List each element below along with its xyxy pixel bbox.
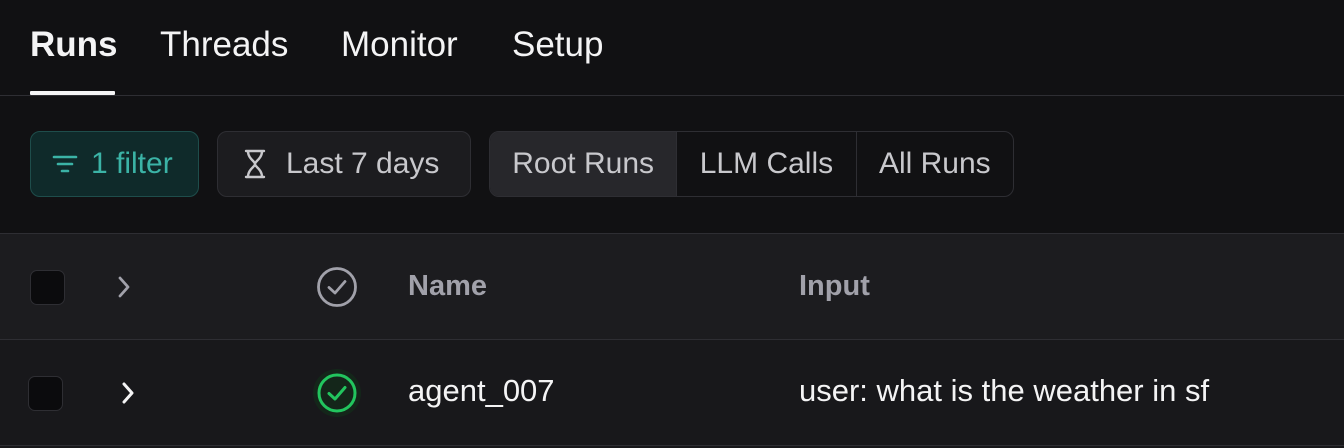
run-input: user: what is the weather in sf <box>799 373 1210 408</box>
tab-threads[interactable]: Threads <box>160 22 288 68</box>
row-expand-chevron-icon[interactable] <box>116 378 140 408</box>
check-circle-icon <box>315 265 359 309</box>
filter-button[interactable]: 1 filter <box>30 131 199 197</box>
hourglass-icon <box>240 149 270 179</box>
filter-lines-icon <box>51 150 79 178</box>
expand-all-chevron-icon[interactable] <box>112 272 136 302</box>
date-range-label: Last 7 days <box>286 147 440 180</box>
column-header-input[interactable]: Input <box>799 270 870 303</box>
runs-toolbar: 1 filter Last 7 days Root Runs LLM Calls… <box>0 96 1344 234</box>
table-header: Name Input <box>0 234 1344 340</box>
success-check-icon <box>315 371 359 415</box>
run-name[interactable]: agent_007 <box>408 373 555 409</box>
run-type-segmented-control: Root Runs LLM Calls All Runs <box>489 131 1014 197</box>
segment-all-runs[interactable]: All Runs <box>855 132 1013 196</box>
tab-setup[interactable]: Setup <box>512 22 603 68</box>
row-checkbox[interactable] <box>28 376 63 411</box>
segment-llm-calls[interactable]: LLM Calls <box>676 132 855 196</box>
tab-bar: Runs Threads Monitor Setup <box>0 0 1344 96</box>
column-header-name[interactable]: Name <box>408 270 487 303</box>
tab-runs[interactable]: Runs <box>30 22 118 68</box>
filter-count-label: 1 filter <box>91 147 173 180</box>
segment-root-runs[interactable]: Root Runs <box>490 132 677 196</box>
tab-monitor[interactable]: Monitor <box>341 22 458 68</box>
table-row[interactable]: agent_007 user: what is the weather in s… <box>0 340 1344 446</box>
date-range-button[interactable]: Last 7 days <box>217 131 471 197</box>
active-tab-indicator <box>30 91 115 95</box>
select-all-checkbox[interactable] <box>30 270 65 305</box>
